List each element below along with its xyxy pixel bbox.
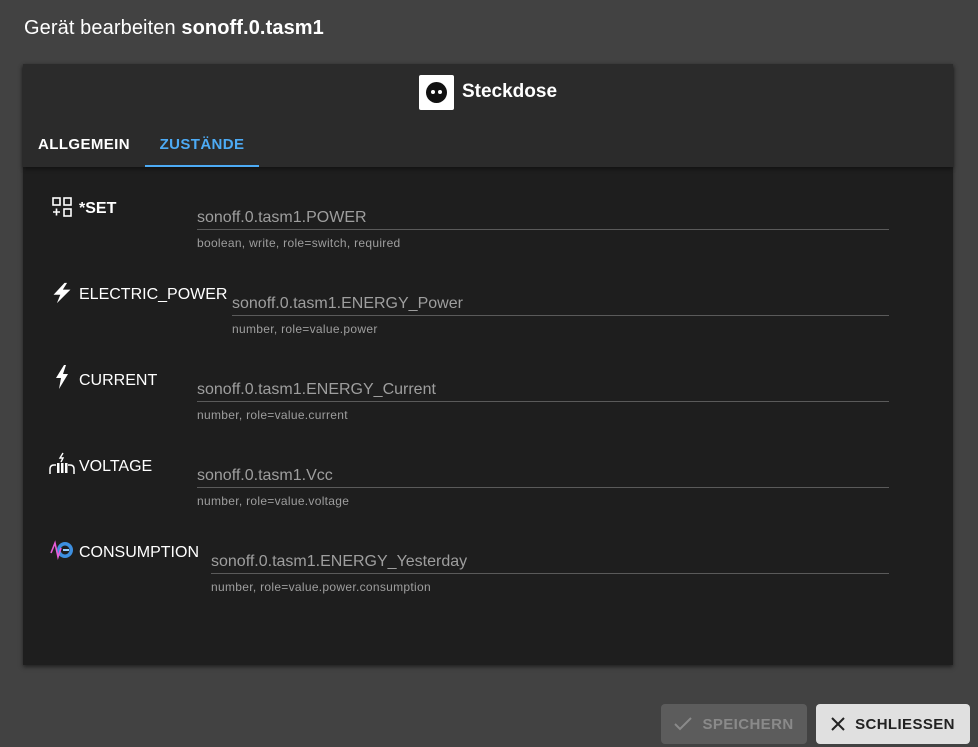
state-name: ELECTRIC_POWER (79, 286, 228, 303)
device-panel: Steckdose ALLGEMEIN ZUSTÄNDE *SET sonoff… (23, 64, 953, 665)
state-id-input[interactable] (197, 458, 889, 487)
edit-device-dialog: Gerät bearbeiten sonoff.0.tasm1 Steckdos… (0, 0, 978, 747)
tab-states[interactable]: ZUSTÄNDE (145, 122, 259, 167)
close-button[interactable]: SCHLIESSEN (816, 704, 970, 744)
state-name: *SET (79, 200, 117, 217)
dialog-title-prefix: Gerät bearbeiten (24, 17, 182, 39)
power-socket-icon (418, 74, 454, 110)
device-type-label: Steckdose (461, 81, 558, 102)
dialog-title: Gerät bearbeiten sonoff.0.tasm1 (24, 17, 324, 40)
tabs: ALLGEMEIN ZUSTÄNDE (23, 122, 259, 167)
panel-header: Steckdose ALLGEMEIN ZUSTÄNDE (23, 64, 953, 167)
state-id-input[interactable] (197, 200, 889, 229)
state-id-input[interactable] (197, 372, 889, 401)
state-name: CONSUMPTION (79, 544, 199, 561)
close-button-label: SCHLIESSEN (855, 715, 955, 733)
state-name: VOLTAGE (79, 458, 153, 475)
state-help: boolean, write, role=switch, required (197, 236, 401, 250)
dialog-title-device: sonoff.0.tasm1 (181, 17, 324, 39)
state-help: number, role=value.current (197, 408, 348, 422)
state-field (211, 544, 889, 574)
state-field (197, 200, 889, 230)
check-icon (674, 717, 693, 731)
state-name: CURRENT (79, 372, 158, 389)
state-id-input[interactable] (211, 544, 889, 573)
state-row-electric-power: ELECTRIC_POWER number, role=value.power (23, 276, 953, 356)
voltage-icon (49, 451, 75, 477)
consumption-icon (50, 537, 74, 563)
save-button[interactable]: SPEICHERN (661, 704, 807, 744)
state-row-voltage: VOLTAGE number, role=value.voltage (23, 449, 953, 529)
state-help: number, role=value.power (232, 322, 378, 336)
state-row-set: *SET boolean, write, role=switch, requir… (23, 190, 953, 270)
state-row-current: CURRENT number, role=value.current (23, 363, 953, 443)
flash-icon (51, 280, 73, 306)
widgets-icon (51, 194, 73, 220)
tab-general[interactable]: ALLGEMEIN (23, 122, 145, 167)
state-field (197, 372, 889, 402)
close-icon (831, 717, 845, 731)
state-field (232, 286, 889, 316)
state-row-consumption: CONSUMPTION number, role=value.power.con… (23, 535, 953, 615)
save-button-label: SPEICHERN (702, 715, 794, 733)
state-help: number, role=value.power.consumption (211, 580, 431, 594)
state-id-input[interactable] (232, 286, 889, 315)
state-help: number, role=value.voltage (197, 494, 350, 508)
device-type: Steckdose (23, 74, 953, 110)
bolt-icon (51, 364, 73, 390)
state-field (197, 458, 889, 488)
